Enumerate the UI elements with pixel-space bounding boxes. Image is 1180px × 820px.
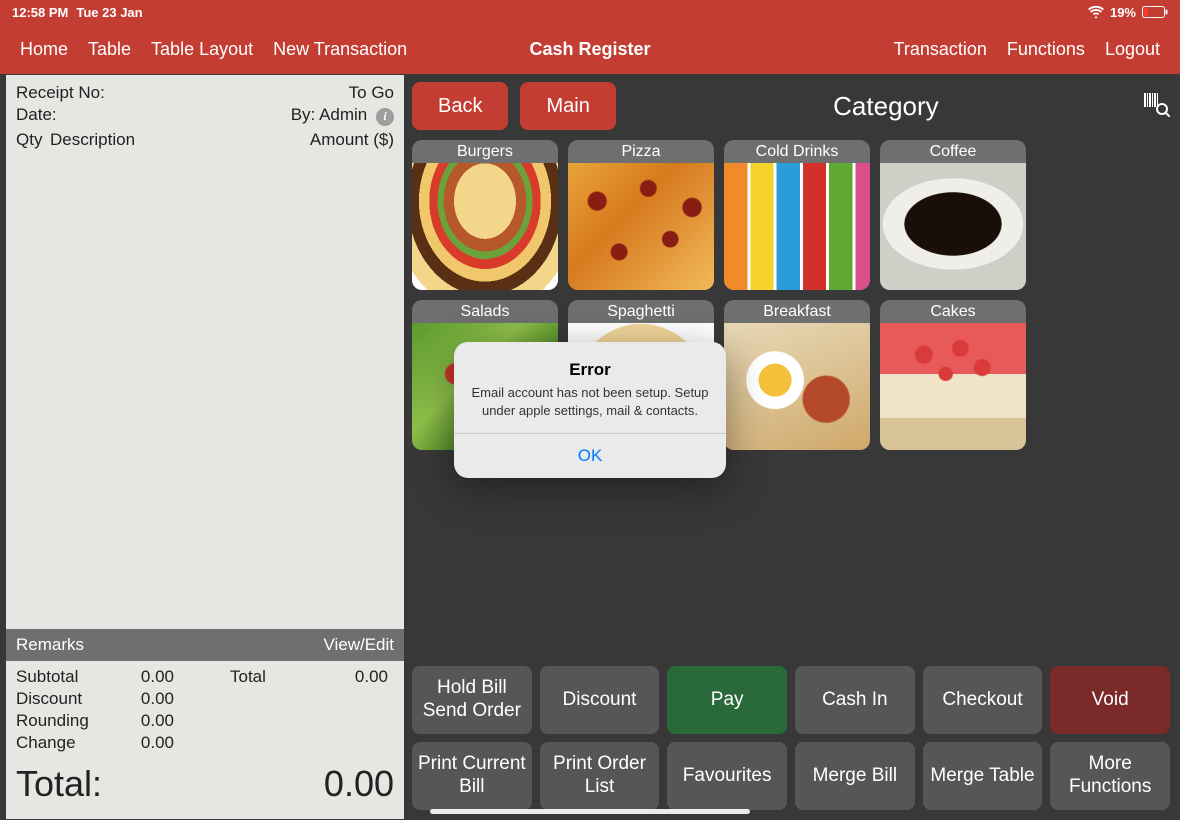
col-amount: Amount ($): [310, 130, 394, 150]
subtotal-label: Subtotal: [16, 667, 106, 687]
col-qty: Qty: [16, 130, 50, 150]
status-bar: 12:58 PM Tue 23 Jan 19%: [0, 0, 1180, 24]
grand-total-value: 0.00: [324, 763, 394, 805]
category-image: [568, 163, 714, 290]
category-label: Burgers: [412, 140, 558, 163]
category-label: Spaghetti: [568, 300, 714, 323]
category-card[interactable]: Cold Drinks: [724, 140, 870, 290]
info-icon[interactable]: i: [376, 108, 394, 126]
nav-new-transaction[interactable]: New Transaction: [273, 39, 407, 60]
category-card[interactable]: Breakfast: [724, 300, 870, 450]
order-type: To Go: [349, 83, 394, 103]
col-description: Description: [50, 130, 310, 150]
main-button[interactable]: Main: [520, 82, 615, 130]
wifi-icon: [1088, 6, 1104, 18]
favourites-button[interactable]: Favourites: [667, 742, 787, 810]
checkout-button[interactable]: Checkout: [923, 666, 1043, 734]
print-current-bill-button[interactable]: Print Current Bill: [412, 742, 532, 810]
rounding-label: Rounding: [16, 711, 106, 731]
nav-logout[interactable]: Logout: [1105, 39, 1160, 60]
change-value: 0.00: [114, 733, 174, 753]
battery-icon: [1142, 6, 1168, 18]
category-image: [724, 163, 870, 290]
discount-button[interactable]: Discount: [540, 666, 660, 734]
merge-table-button[interactable]: Merge Table: [923, 742, 1043, 810]
status-battery-pct: 19%: [1110, 5, 1136, 20]
home-indicator[interactable]: [430, 809, 750, 814]
total-right-value: 0.00: [328, 667, 388, 687]
discount-label: Discount: [16, 689, 106, 709]
category-card[interactable]: Coffee: [880, 140, 1026, 290]
rounding-value: 0.00: [114, 711, 174, 731]
grand-total-label: Total:: [16, 763, 102, 805]
cash-in-button[interactable]: Cash In: [795, 666, 915, 734]
barcode-search-icon[interactable]: [1144, 91, 1170, 122]
action-grid: Hold Bill Send Order Discount Pay Cash I…: [412, 666, 1170, 810]
print-order-list-button[interactable]: Print Order List: [540, 742, 660, 810]
dialog-ok-button[interactable]: OK: [454, 433, 726, 478]
app-title: Cash Register: [529, 39, 650, 60]
dialog-message: Email account has not been setup. Setup …: [470, 384, 710, 419]
category-card[interactable]: Burgers: [412, 140, 558, 290]
remarks-bar[interactable]: Remarks View/Edit: [6, 629, 404, 661]
dialog-title: Error: [470, 360, 710, 380]
nav-table-layout[interactable]: Table Layout: [151, 39, 253, 60]
category-image: [880, 323, 1026, 450]
remarks-view-edit[interactable]: View/Edit: [323, 635, 394, 655]
error-dialog: Error Email account has not been setup. …: [454, 342, 726, 478]
hold-bill-button[interactable]: Hold Bill Send Order: [412, 666, 532, 734]
pay-button[interactable]: Pay: [667, 666, 787, 734]
category-label: Coffee: [880, 140, 1026, 163]
back-button[interactable]: Back: [412, 82, 508, 130]
nav-table[interactable]: Table: [88, 39, 131, 60]
discount-value: 0.00: [114, 689, 174, 709]
remarks-label: Remarks: [16, 635, 84, 655]
category-label: Cakes: [880, 300, 1026, 323]
category-card[interactable]: Cakes: [880, 300, 1026, 450]
nav-transaction[interactable]: Transaction: [894, 39, 987, 60]
receipt-no-label: Receipt No:: [16, 83, 105, 103]
status-date: Tue 23 Jan: [76, 5, 142, 20]
merge-bill-button[interactable]: Merge Bill: [795, 742, 915, 810]
nav-bar: Home Table Table Layout New Transaction …: [0, 24, 1180, 74]
receipt-items: [6, 154, 404, 630]
receipt-panel: Receipt No: To Go Date: By: Admin i Qty …: [6, 75, 404, 819]
category-title: Category: [628, 91, 1144, 122]
status-time: 12:58 PM: [12, 5, 68, 20]
total-right-label: Total: [230, 667, 320, 687]
change-label: Change: [16, 733, 106, 753]
subtotal-value: 0.00: [114, 667, 174, 687]
category-label: Salads: [412, 300, 558, 323]
nav-functions[interactable]: Functions: [1007, 39, 1085, 60]
void-button[interactable]: Void: [1050, 666, 1170, 734]
category-image: [412, 163, 558, 290]
category-card[interactable]: Pizza: [568, 140, 714, 290]
category-label: Pizza: [568, 140, 714, 163]
nav-home[interactable]: Home: [20, 39, 68, 60]
category-image: [880, 163, 1026, 290]
date-label: Date:: [16, 105, 57, 126]
category-image: [724, 323, 870, 450]
category-label: Cold Drinks: [724, 140, 870, 163]
category-label: Breakfast: [724, 300, 870, 323]
by-label: By: Admin: [291, 105, 368, 124]
more-functions-button[interactable]: More Functions: [1050, 742, 1170, 810]
